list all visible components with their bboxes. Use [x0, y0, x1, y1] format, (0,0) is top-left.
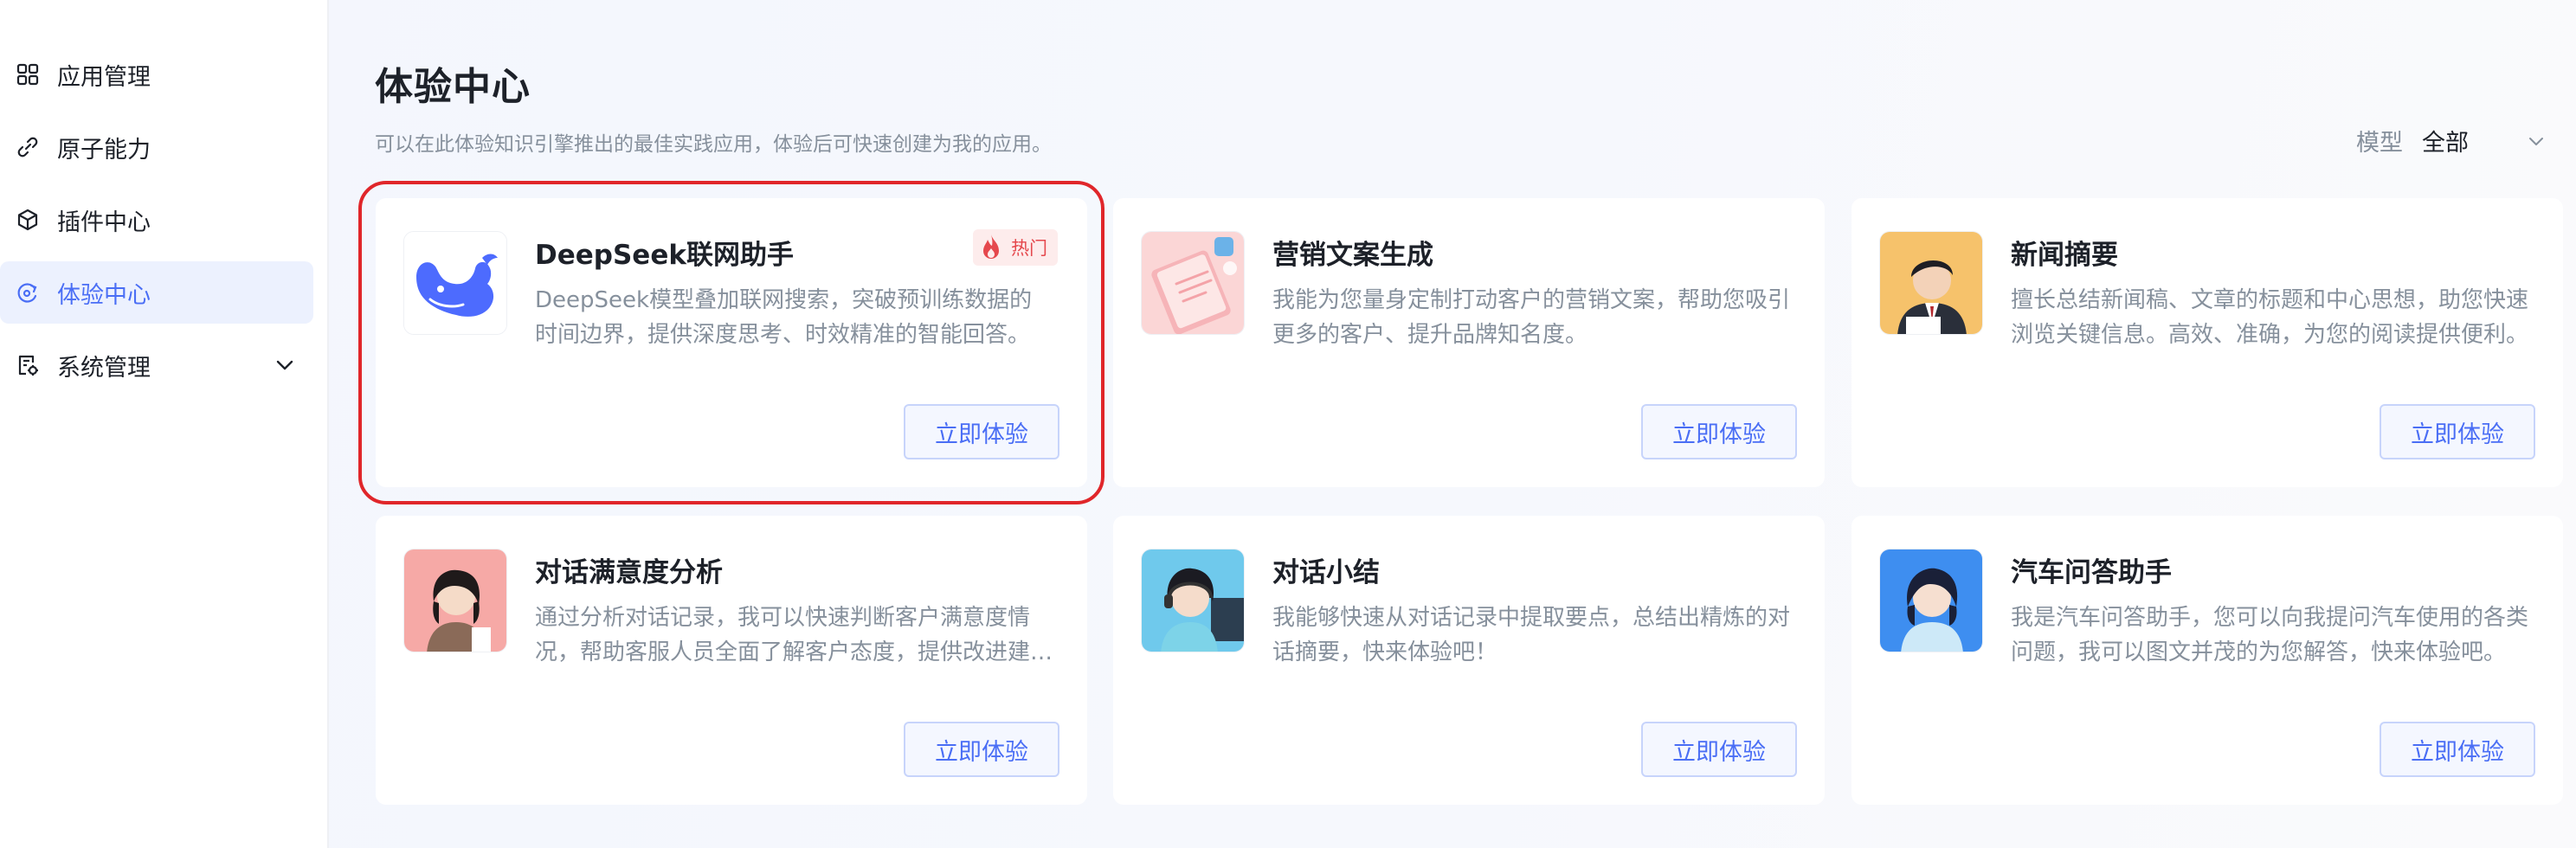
app-card-dialog-summary[interactable]: 对话小结 我能够快速从对话记录中提取要点，总结出精炼的对话摘要，快来体验吧！ 立… [1113, 516, 1825, 805]
notebook-illustration [1141, 231, 1245, 335]
link-icon [16, 135, 40, 159]
app-card-news-summary[interactable]: 新闻摘要 擅长总结新闻稿、文章的标题和中心思想，助您快速浏览关键信息。高效、准确… [1852, 198, 2563, 487]
model-filter-label: 模型 [2356, 130, 2403, 157]
sidebar-item-label: 系统管理 [57, 354, 151, 382]
grid-icon [16, 62, 40, 87]
headset-girl-avatar [1141, 549, 1245, 652]
chevron-down-icon[interactable] [274, 354, 296, 376]
sidebar-item-plugin-center[interactable]: 插件中心 [0, 189, 313, 251]
sidebar: 应用管理 原子能力 插件中心 体验中心 系统管理 [0, 0, 329, 848]
main-content: 体验中心 可以在此体验知识引擎推出的最佳实践应用，体验后可快速创建为我的应用。 … [358, 0, 2576, 848]
try-now-button[interactable]: 立即体验 [2380, 404, 2535, 459]
try-now-button[interactable]: 立即体验 [1641, 722, 1797, 777]
card-title: 营销文案生成 [1272, 240, 1433, 271]
card-title: 新闻摘要 [2011, 240, 2118, 271]
app-card-satisfaction-analysis[interactable]: 对话满意度分析 通过分析对话记录，我可以快速判断客户满意度情况，帮助客服人员全面… [376, 516, 1087, 805]
try-now-button[interactable]: 立即体验 [2380, 722, 2535, 777]
card-description: 我是汽车问答助手，您可以向我提问汽车使用的各类问题，我可以图文并茂的为您解答，快… [2011, 605, 2529, 665]
hot-badge-label: 热门 [1011, 238, 1047, 259]
card-title: 对话小结 [1272, 557, 1380, 588]
app-card-deepseek[interactable]: DeepSeek联网助手 热门 DeepSeek模型叠加联网搜索，突破预训练数据… [358, 181, 1104, 504]
model-select-value: 全部 [2422, 130, 2469, 157]
man-in-suit-avatar [1879, 231, 1983, 335]
card-description: DeepSeek模型叠加联网搜索，突破预训练数据的时间边界，提供深度思考、时效精… [535, 287, 1033, 348]
sidebar-item-experience-center[interactable]: 体验中心 [0, 261, 313, 324]
card-title: DeepSeek联网助手 [535, 240, 794, 271]
card-title: 汽车问答助手 [2011, 557, 2172, 588]
hot-badge: 热门 [973, 229, 1058, 266]
sidebar-item-atomic-capability[interactable]: 原子能力 [0, 116, 313, 178]
sidebar-item-label: 插件中心 [57, 209, 151, 236]
sidebar-item-app-management[interactable]: 应用管理 [0, 43, 313, 106]
chevron-down-icon [2526, 131, 2547, 151]
sidebar-item-label: 应用管理 [57, 63, 151, 91]
app-card-marketing-copy[interactable]: 营销文案生成 我能为您量身定制打动客户的营销文案，帮助您吸引更多的客户、提升品牌… [1113, 198, 1825, 487]
experience-icon [16, 280, 40, 305]
model-select[interactable]: 全部 [2422, 124, 2547, 157]
sidebar-item-label: 体验中心 [57, 281, 151, 309]
whale-logo-icon [403, 231, 507, 335]
page-subtitle: 可以在此体验知识引擎推出的最佳实践应用，体验后可快速创建为我的应用。 [375, 133, 1052, 156]
flame-icon [983, 234, 999, 259]
try-now-button[interactable]: 立即体验 [904, 404, 1059, 459]
card-title: 对话满意度分析 [535, 557, 723, 588]
card-description: 通过分析对话记录，我可以快速判断客户满意度情况，帮助客服人员全面了解客户态度，提… [535, 605, 1031, 665]
try-now-button[interactable]: 立即体验 [1641, 404, 1797, 459]
page-title: 体验中心 [375, 65, 531, 109]
sidebar-item-system-management[interactable]: 系统管理 [0, 334, 313, 396]
settings-document-icon [16, 353, 40, 377]
try-now-button[interactable]: 立即体验 [904, 722, 1059, 777]
model-filter: 模型 全部 [2356, 124, 2547, 157]
card-description: 我能为您量身定制打动客户的营销文案，帮助您吸引更多的客户、提升品牌知名度。 [1272, 287, 1791, 348]
card-description: 我能够快速从对话记录中提取要点，总结出精炼的对话摘要，快来体验吧！ [1272, 605, 1791, 665]
girl-avatar [1879, 549, 1983, 652]
woman-avatar [403, 549, 507, 652]
cube-icon [16, 208, 40, 232]
sidebar-item-label: 原子能力 [57, 136, 151, 164]
card-description: 擅长总结新闻稿、文章的标题和中心思想，助您快速浏览关键信息。高效、准确，为您的阅… [2011, 287, 2529, 348]
app-card-car-qa[interactable]: 汽车问答助手 我是汽车问答助手，您可以向我提问汽车使用的各类问题，我可以图文并茂… [1852, 516, 2563, 805]
